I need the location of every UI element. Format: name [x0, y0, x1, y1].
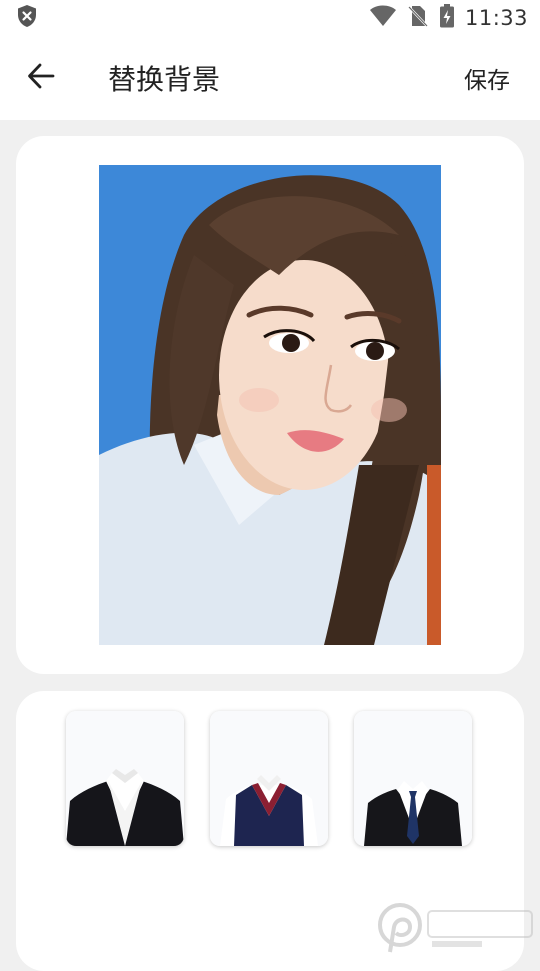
no-sim-icon — [407, 4, 429, 32]
battery-charging-icon — [439, 4, 455, 32]
status-bar: 11:33 — [0, 0, 540, 36]
portrait-photo[interactable] — [99, 165, 441, 645]
template-sweater-vest[interactable] — [210, 711, 328, 846]
status-time: 11:33 — [464, 6, 528, 30]
photo-preview-card — [16, 136, 524, 674]
wifi-icon — [369, 5, 397, 31]
back-button[interactable] — [6, 36, 76, 120]
watermark-logo-icon — [372, 897, 538, 961]
save-button[interactable]: 保存 — [464, 61, 510, 95]
app-bar: 替换背景 保存 — [0, 36, 540, 120]
shield-x-icon — [16, 4, 38, 32]
template-black-suit[interactable] — [66, 711, 184, 846]
status-icons: 11:33 — [369, 4, 528, 32]
page-title: 替换背景 — [108, 63, 221, 96]
template-suit-blue-tie[interactable] — [354, 711, 472, 846]
arrow-left-icon — [27, 63, 55, 93]
watermark — [372, 898, 540, 960]
